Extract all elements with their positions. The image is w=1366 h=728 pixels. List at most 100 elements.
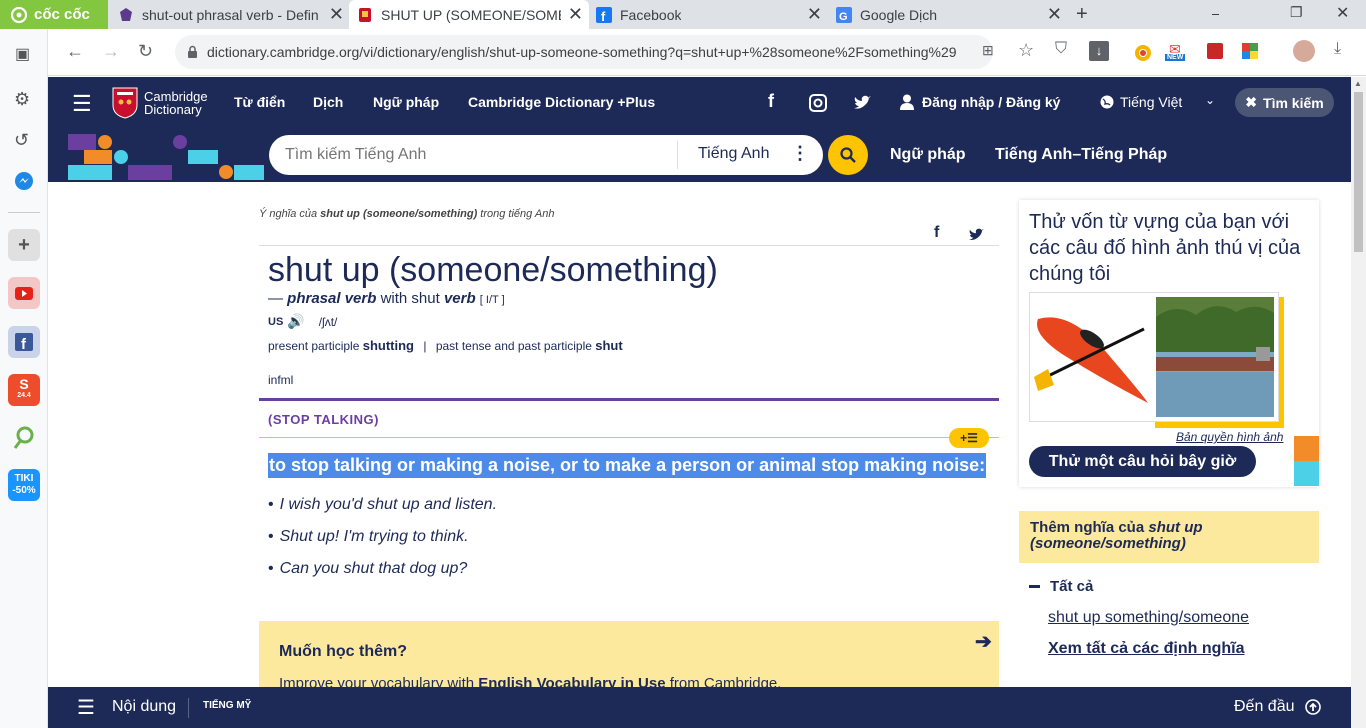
- example-sentence: • Shut up! I'm trying to think.: [268, 528, 469, 545]
- language-selector[interactable]: Tiếng Việt: [1120, 94, 1182, 110]
- user-icon: [900, 94, 914, 110]
- tab-shut-up-active[interactable]: SHUT UP (SOMEONE/SOMETH ✕: [349, 0, 589, 29]
- shield-icon[interactable]: ⛉: [1055, 40, 1067, 58]
- messenger-icon[interactable]: [14, 171, 34, 191]
- twitter-icon[interactable]: [853, 95, 871, 111]
- add-list-icon: +☰: [960, 431, 978, 445]
- all-meanings-label: Tất cả: [1050, 578, 1094, 595]
- add-to-wordlist-button[interactable]: +☰: [949, 428, 989, 448]
- inflection-label: past tense and past participle: [435, 339, 592, 353]
- share-facebook-icon[interactable]: f: [934, 224, 939, 242]
- speaker-icon[interactable]: 🔊: [287, 313, 304, 330]
- related-meaning-link[interactable]: shut up something/someone: [1048, 609, 1249, 627]
- close-icon: ✖: [1245, 94, 1258, 110]
- coccoc-logo-icon: [10, 6, 28, 23]
- minimize-icon[interactable]: ⎯: [1212, 5, 1219, 22]
- inflection-form: shut: [595, 338, 623, 353]
- more-options-icon[interactable]: ⋮: [791, 143, 809, 164]
- extension-color-grid-icon[interactable]: [1242, 43, 1258, 59]
- contents-button[interactable]: Nội dung: [112, 698, 176, 716]
- scrollbar-thumb[interactable]: [1354, 92, 1363, 252]
- nav-dictionary[interactable]: Từ điển: [234, 94, 285, 110]
- forward-arrow-icon[interactable]: →: [102, 41, 120, 62]
- search-box: Tiếng Anh ⋮: [269, 135, 823, 175]
- page-scrollbar[interactable]: ▲: [1351, 77, 1366, 728]
- extension-red-icon[interactable]: [1207, 43, 1223, 59]
- facebook-icon[interactable]: f: [768, 91, 774, 112]
- tab-title: Google Dịch: [860, 6, 938, 23]
- pos-dash: —: [268, 290, 283, 307]
- hamburger-menu-icon[interactable]: ☰: [72, 91, 92, 117]
- more-meanings-prefix: Thêm nghĩa của: [1030, 519, 1145, 536]
- meaning-caption: Ý nghĩa của shut up (someone/something) …: [259, 208, 999, 220]
- inflection-label: present participle: [268, 339, 360, 353]
- settings-gear-icon[interactable]: ⚙: [14, 89, 30, 110]
- address-bar[interactable]: dictionary.cambridge.org/vi/dictionary/e…: [175, 35, 993, 69]
- back-to-top-button[interactable]: Đến đầu: [1234, 698, 1295, 716]
- nav-grammar[interactable]: Ngữ pháp: [373, 94, 439, 110]
- image-copyright-link[interactable]: Bản quyền hình ảnh: [1176, 430, 1283, 444]
- tab-facebook[interactable]: f Facebook ✕: [588, 0, 828, 29]
- close-window-icon[interactable]: ✕: [1336, 3, 1349, 23]
- scroll-up-arrow-icon[interactable]: ▲: [1354, 79, 1362, 88]
- share-twitter-icon[interactable]: [968, 228, 984, 242]
- sidebar-toggle-icon[interactable]: ▣: [15, 44, 30, 64]
- tab-title: Facebook: [620, 6, 682, 23]
- inflection-separator: |: [423, 339, 427, 353]
- definition-divider: +☰: [259, 428, 999, 448]
- green-app-button[interactable]: [8, 421, 40, 453]
- add-app-button[interactable]: +: [8, 229, 40, 261]
- close-tab-icon[interactable]: ✕: [329, 5, 344, 23]
- chevron-down-icon[interactable]: ⌄: [1205, 93, 1215, 107]
- arrow-up-circle-icon[interactable]: [1305, 699, 1321, 715]
- extension-new-icon[interactable]: ✉ NEW: [1165, 41, 1191, 63]
- translate-page-icon[interactable]: ⊞: [982, 42, 994, 59]
- tiki-app-button[interactable]: TIKI -50%: [8, 469, 40, 501]
- quiz-images[interactable]: [1029, 292, 1279, 422]
- shopee-date: 24.4: [17, 392, 31, 399]
- downloads-icon[interactable]: ⤓: [1334, 40, 1341, 58]
- youtube-app-button[interactable]: [8, 277, 40, 309]
- bookmark-star-icon[interactable]: ☆: [1018, 40, 1034, 61]
- login-link[interactable]: Đăng nhập / Đăng ký: [922, 94, 1060, 110]
- nav-plus[interactable]: Cambridge Dictionary +Plus: [468, 94, 655, 110]
- search-toggle-button[interactable]: ✖ Tìm kiếm: [1235, 88, 1334, 117]
- dialect-label[interactable]: TIẾNG MỸ: [203, 700, 251, 711]
- browser-side-panel: ▣ ⚙ ↺ + f S 24.4 TIKI -50%: [0, 29, 48, 728]
- nav-translate[interactable]: Dịch: [313, 94, 343, 110]
- facebook-app-button[interactable]: f: [8, 326, 40, 358]
- see-all-definitions-link[interactable]: Xem tất cả các định nghĩa: [1048, 640, 1245, 658]
- history-icon[interactable]: ↺: [14, 130, 29, 151]
- tab-google-translate[interactable]: G Google Dịch ✕: [828, 0, 1068, 29]
- quiz-start-button[interactable]: Thử một câu hỏi bây giờ: [1029, 446, 1256, 477]
- contents-menu-icon[interactable]: ☰: [77, 695, 95, 720]
- dataset-selector[interactable]: Tiếng Anh: [698, 145, 769, 163]
- profile-avatar[interactable]: [1293, 40, 1315, 62]
- download-box-icon[interactable]: ↓: [1089, 41, 1109, 61]
- search-divider: [677, 141, 678, 169]
- reload-icon[interactable]: ↻: [138, 41, 153, 62]
- instagram-icon[interactable]: [809, 94, 827, 112]
- all-meanings-toggle[interactable]: Tất cả: [1029, 578, 1093, 595]
- search-input[interactable]: [285, 146, 665, 164]
- shopee-app-button[interactable]: S 24.4: [8, 374, 40, 406]
- quiz-title: Thử vốn từ vựng của bạn với các câu đố h…: [1029, 211, 1301, 285]
- inflection-form: shutting: [362, 338, 414, 353]
- lock-icon: [188, 45, 197, 58]
- arrow-right-icon[interactable]: ➔: [975, 629, 992, 654]
- close-tab-icon[interactable]: ✕: [568, 5, 583, 23]
- close-tab-icon[interactable]: ✕: [1047, 5, 1062, 23]
- tab-shut-out[interactable]: shut-out phrasal verb - Defin ✕: [110, 0, 350, 29]
- extension-chrome-icon[interactable]: [1134, 44, 1152, 62]
- search-strip: Tiếng Anh ⋮ Ngữ pháp Tiếng Anh–Tiếng Phá…: [48, 130, 1351, 182]
- facebook-favicon-icon: f: [596, 6, 612, 23]
- back-arrow-icon[interactable]: ←: [66, 41, 84, 62]
- close-tab-icon[interactable]: ✕: [807, 5, 822, 23]
- new-tab-icon[interactable]: +: [1076, 3, 1088, 26]
- search-submit-button[interactable]: [828, 135, 868, 175]
- restore-icon[interactable]: ❐: [1290, 4, 1303, 21]
- english-french-link[interactable]: Tiếng Anh–Tiếng Pháp: [995, 146, 1167, 164]
- grammar-link[interactable]: Ngữ pháp: [890, 146, 966, 164]
- coccoc-menu-button[interactable]: cốc cốc: [0, 0, 108, 29]
- cambridge-logo[interactable]: Cambridge Dictionary: [112, 87, 208, 119]
